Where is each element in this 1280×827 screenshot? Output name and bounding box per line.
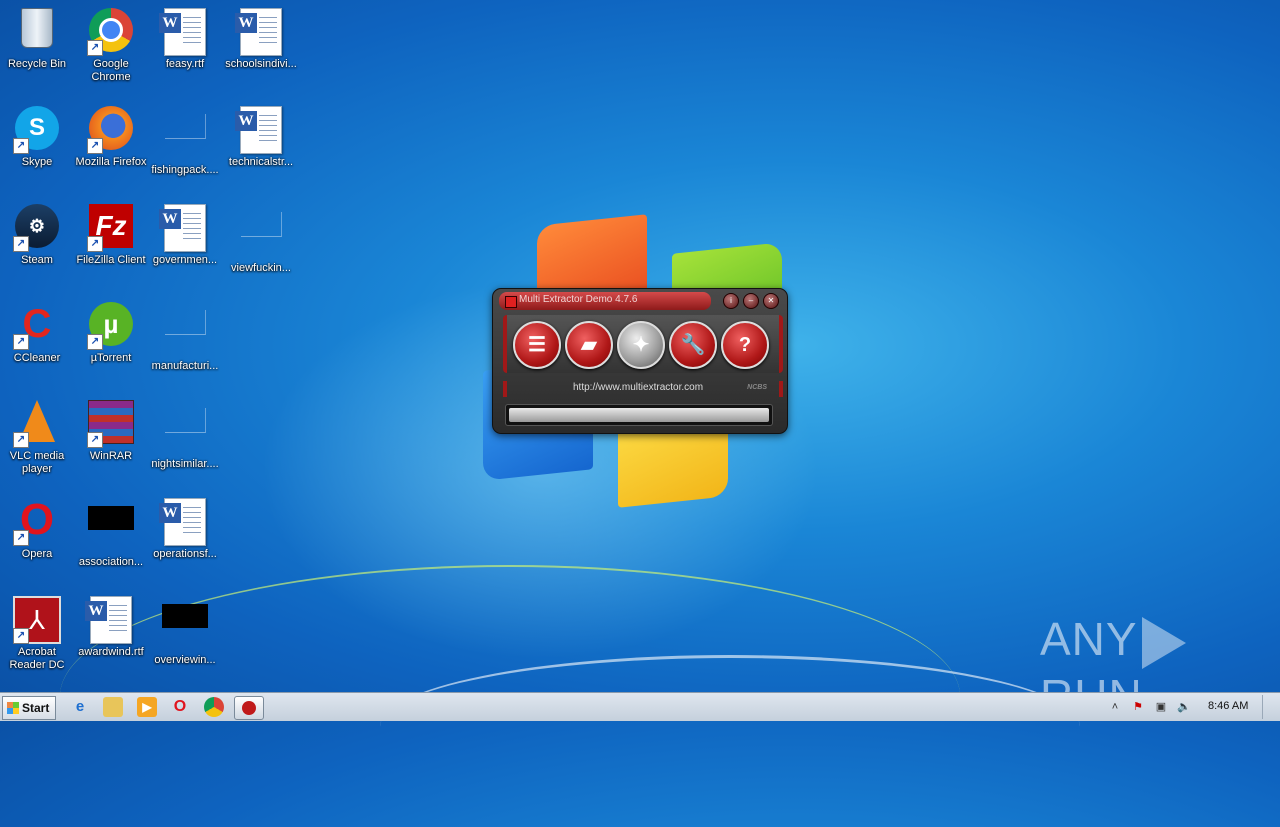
show-desktop-button[interactable] (1262, 695, 1279, 719)
wrench-icon: 🔧 (680, 334, 706, 356)
file-thumbnail-icon (161, 604, 209, 652)
document-icon: ☰ (528, 334, 546, 356)
acrobat-icon: ⅄ ↗ (13, 596, 61, 644)
desktop-icon-file[interactable]: W feasy.rtf (148, 2, 222, 71)
action-center-icon[interactable]: ⚑ (1131, 700, 1145, 714)
open-folder-button[interactable]: ▰ (565, 321, 613, 369)
help-button[interactable]: ? (721, 321, 769, 369)
word-document-icon: W (159, 8, 209, 56)
open-file-button[interactable]: ☰ (513, 321, 561, 369)
close-icon[interactable]: ✕ (763, 293, 779, 309)
website-link[interactable]: http://www.multiextractor.com (573, 382, 703, 393)
file-thumbnail-icon (161, 310, 209, 358)
recycle-bin-icon (13, 8, 61, 56)
multi-extractor-icon (242, 701, 256, 715)
help-icon: ? (738, 334, 752, 356)
desktop-icon-file[interactable]: association... (74, 492, 148, 569)
desktop-icon-opera[interactable]: O ↗ Opera (0, 492, 74, 561)
vlc-cone-icon: ↗ (13, 400, 61, 448)
desktop-icon-file[interactable]: fishingpack.... (148, 100, 222, 177)
network-icon[interactable]: ▣ (1154, 700, 1168, 714)
file-thumbnail-icon (161, 114, 209, 162)
desktop-icon-acrobat[interactable]: ⅄ ↗ Acrobat Reader DC (0, 590, 74, 672)
chrome-taskbar-icon[interactable] (204, 697, 224, 717)
app-logo-icon (505, 296, 517, 308)
desktop-icon-ccleaner[interactable]: C ↗ CCleaner (0, 296, 74, 365)
opera-taskbar-icon[interactable]: O (170, 697, 190, 717)
skype-icon: S ↗ (13, 106, 61, 154)
word-document-icon: W (159, 498, 209, 546)
desktop-icon-steam[interactable]: ⚙ ↗ Steam (0, 198, 74, 267)
show-hidden-icons-icon[interactable]: ˄ (1108, 700, 1122, 714)
website-bar: http://www.multiextractor.com NCBS (503, 381, 783, 397)
windows-logo-icon (7, 702, 19, 714)
desktop-icon-skype[interactable]: S ↗ Skype (0, 100, 74, 169)
chrome-icon: ↗ (87, 8, 135, 56)
settings-button[interactable]: 🔧 (669, 321, 717, 369)
explorer-folder-icon[interactable] (103, 697, 123, 717)
start-label: Start (22, 701, 50, 715)
progress-bar (505, 404, 773, 426)
desktop-icon-file[interactable]: nightsimilar.... (148, 394, 222, 471)
play-icon (1141, 616, 1186, 669)
desktop-icon-file[interactable]: manufacturi... (148, 296, 222, 373)
desktop-icon-chrome[interactable]: ↗ Google Chrome (74, 2, 148, 84)
window-titlebar[interactable]: Multi Extractor Demo 4.7.6 (499, 292, 711, 310)
wallpaper-arc (380, 655, 1080, 798)
desktop-icon-file[interactable]: W awardwind.rtf (74, 590, 148, 659)
desktop-icon-file[interactable]: W operationsf... (148, 492, 222, 561)
desktop-icon-file[interactable]: W governmen... (148, 198, 222, 267)
desktop-icon-utorrent[interactable]: µ ↗ µTorrent (74, 296, 148, 365)
progress-fill (509, 408, 769, 422)
file-thumbnail-icon (237, 212, 285, 260)
word-document-icon: W (235, 106, 285, 154)
desktop-icon-firefox[interactable]: ↗ Mozilla Firefox (74, 100, 148, 169)
taskbar-clock[interactable]: 8:46 AM (1208, 700, 1248, 712)
desktop-icon-recycle-bin[interactable]: Recycle Bin (0, 2, 74, 71)
extract-button[interactable]: ✦ (617, 321, 665, 369)
opera-icon: O ↗ (13, 495, 61, 546)
ccleaner-icon: C ↗ (13, 302, 61, 350)
filezilla-icon: Fz ↗ (87, 204, 135, 252)
steam-icon: ⚙ ↗ (13, 204, 61, 252)
desktop-icon-file[interactable]: W schoolsindivi... (224, 2, 298, 71)
desktop-icon-winrar[interactable]: ↗ WinRAR (74, 394, 148, 463)
volume-icon[interactable]: 🔈 (1177, 700, 1191, 714)
info-icon[interactable]: i (723, 293, 739, 309)
taskbar: Start e ▶ O ˄ ⚑ ▣ 🔈 8:46 AM (0, 692, 1280, 721)
word-document-icon: W (159, 204, 209, 252)
folder-icon: ▰ (581, 334, 597, 356)
watermark-text-left: ANY (1040, 613, 1138, 665)
desktop-icon-file[interactable]: W technicalstr... (224, 100, 298, 169)
window-title: Multi Extractor Demo 4.7.6 (519, 294, 638, 305)
minimize-icon[interactable]: – (743, 293, 759, 309)
multi-extractor-taskbar-button[interactable] (234, 696, 264, 720)
media-player-icon[interactable]: ▶ (137, 697, 157, 717)
desktop-icon-filezilla[interactable]: Fz ↗ FileZilla Client (74, 198, 148, 267)
start-button[interactable]: Start (2, 696, 56, 720)
word-document-icon: W (235, 8, 285, 56)
file-thumbnail-icon (161, 408, 209, 456)
desktop-icon-file[interactable]: overviewin... (148, 590, 222, 667)
desktop-icon-file[interactable]: viewfuckin... (224, 198, 298, 275)
brand-label: NCBS (747, 384, 767, 391)
winrar-icon: ↗ (87, 400, 135, 448)
desktop-icon-vlc[interactable]: ↗ VLC media player (0, 394, 74, 476)
firefox-icon: ↗ (87, 106, 135, 154)
extract-icon: ✦ (632, 334, 650, 356)
internet-explorer-icon[interactable]: e (70, 697, 90, 717)
word-document-icon: W (85, 596, 135, 644)
toolbar-panel: ☰ ▰ ✦ 🔧 ? (503, 315, 783, 373)
multi-extractor-window: Multi Extractor Demo 4.7.6 i – ✕ ☰ ▰ ✦ 🔧… (492, 288, 788, 434)
file-thumbnail-icon (87, 506, 135, 554)
utorrent-icon: µ ↗ (87, 302, 135, 350)
